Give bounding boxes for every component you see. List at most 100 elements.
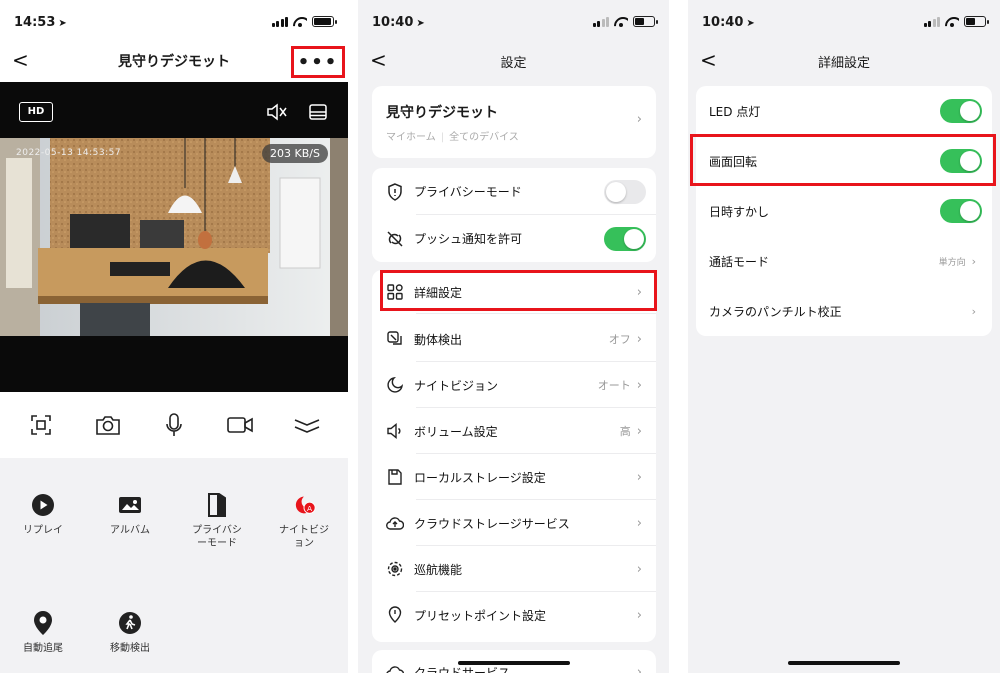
battery-icon bbox=[964, 16, 989, 27]
privacy-mode-row: プライバシーモード bbox=[372, 168, 656, 215]
status-bar: 14:53 ➤ bbox=[0, 0, 348, 44]
home-indicator bbox=[457, 661, 570, 665]
moon-icon bbox=[386, 376, 404, 394]
chevron-right-icon: › bbox=[636, 377, 642, 393]
navigation-bar: < 設定 bbox=[358, 44, 669, 78]
device-card[interactable]: 見守りデジモット マイホーム | 全てのデバイス › bbox=[372, 86, 656, 158]
privacy-mode-toggle[interactable] bbox=[604, 179, 646, 204]
row-label: 巡航機能 bbox=[414, 562, 463, 577]
chevron-right-icon: › bbox=[971, 304, 976, 318]
feature-auto-tracking[interactable]: 自動追尾 bbox=[0, 610, 86, 655]
battery-icon bbox=[633, 16, 658, 27]
night-vision-icon: A bbox=[291, 492, 317, 518]
settings-row-advanced[interactable]: 詳細設定 › bbox=[372, 270, 656, 314]
row-label: カメラのパンチルト校正 bbox=[709, 304, 842, 319]
status-time: 14:53 ➤ bbox=[14, 15, 67, 30]
chevron-right-icon: › bbox=[636, 469, 642, 485]
panel-divider bbox=[348, 0, 358, 673]
chevron-right-icon: › bbox=[636, 284, 642, 300]
layout-icon[interactable] bbox=[308, 102, 330, 122]
live-video-view[interactable]: HD 2022-05-13 14:53:57 203 KB/S bbox=[0, 82, 348, 392]
device-name: 見守りデジモット bbox=[386, 105, 498, 121]
row-label: プッシュ通知を許可 bbox=[414, 232, 523, 246]
feature-label: 自動追尾 bbox=[23, 643, 63, 654]
settings-row-preset[interactable]: プリセットポイント設定 › bbox=[372, 592, 656, 638]
advanced-settings-screen: 10:40 ➤ < 詳細設定 LED 点灯 画面回転 日時すかし 通話モード 単方… bbox=[688, 0, 1000, 673]
date-watermark-toggle[interactable] bbox=[940, 199, 982, 223]
row-label: プリセットポイント設定 bbox=[414, 608, 547, 623]
speaker-muted-icon[interactable] bbox=[266, 102, 288, 122]
settings-row-patrol[interactable]: 巡航機能 › bbox=[372, 546, 656, 592]
settings-row-motion[interactable]: 動体検出 オフ › bbox=[372, 316, 656, 362]
camera-home-screen: 14:53 ➤ < 見守りデジモット ••• HD 2022-05-13 14:… bbox=[0, 0, 348, 673]
push-notification-toggle[interactable] bbox=[604, 226, 646, 251]
camera-icon[interactable] bbox=[93, 410, 123, 440]
feature-label: ナイトビジョン bbox=[279, 525, 329, 549]
chevron-right-icon: › bbox=[636, 515, 642, 531]
status-bar: 10:40 ➤ bbox=[358, 0, 669, 44]
settings-screen: 10:40 ➤ < 設定 見守りデジモット マイホーム | 全てのデバイス › プライ… bbox=[358, 0, 669, 673]
cloud-icon bbox=[386, 514, 404, 532]
feature-grid: リプレイ アルバム プライバシーモード A ナイトビジョン 自動追尾 移動検出 bbox=[0, 458, 348, 673]
play-icon bbox=[30, 492, 56, 518]
settings-list-card: 詳細設定 › 動体検出 オフ › ナイトビジョン オート › ボリューム設定 高… bbox=[372, 270, 656, 642]
talk-mode-row[interactable]: 通話モード 単方向 › bbox=[696, 236, 992, 286]
led-toggle[interactable] bbox=[940, 99, 982, 123]
chevron-right-icon: › bbox=[971, 254, 976, 268]
wifi-icon bbox=[293, 17, 307, 27]
feature-replay[interactable]: リプレイ bbox=[0, 492, 86, 537]
navigation-bar: < 見守りデジモット ••• bbox=[0, 44, 348, 78]
wifi-icon bbox=[614, 17, 628, 27]
location-arrow-icon: ➤ bbox=[416, 18, 425, 29]
signal-icon bbox=[923, 16, 940, 27]
more-options-button[interactable]: ••• bbox=[291, 46, 345, 78]
feature-motion-detect[interactable]: 移動検出 bbox=[87, 610, 173, 655]
signal-icon bbox=[271, 16, 288, 27]
row-value: 単方向 bbox=[938, 257, 966, 268]
settings-row-local-storage[interactable]: ローカルストレージ設定 › bbox=[372, 454, 656, 500]
row-value: オフ bbox=[608, 333, 631, 346]
feature-night-vision[interactable]: A ナイトビジョン bbox=[261, 492, 347, 550]
row-value: オート bbox=[597, 379, 631, 392]
chevron-right-icon: › bbox=[636, 112, 642, 127]
pan-tilt-calibration-row[interactable]: カメラのパンチルト校正 › bbox=[696, 286, 992, 336]
privacy-shield-icon bbox=[386, 182, 404, 201]
settings-row-cloud-storage[interactable]: クラウドストレージサービス › bbox=[372, 500, 656, 546]
status-bar: 10:40 ➤ bbox=[688, 0, 1000, 44]
chevron-right-icon: › bbox=[636, 423, 642, 439]
row-label: ローカルストレージ設定 bbox=[414, 470, 546, 485]
signal-icon bbox=[592, 16, 609, 27]
feature-privacy[interactable]: プライバシーモード bbox=[174, 492, 260, 550]
location-pin-icon bbox=[30, 610, 56, 636]
device-location: マイホーム | 全てのデバイス bbox=[386, 132, 519, 143]
led-row: LED 点灯 bbox=[696, 86, 992, 136]
video-control-bar bbox=[0, 400, 348, 450]
video-record-icon[interactable] bbox=[225, 410, 255, 440]
page-title: 詳細設定 bbox=[817, 56, 870, 71]
chevron-right-icon: › bbox=[636, 561, 642, 577]
collapse-icon[interactable] bbox=[292, 410, 322, 440]
settings-row-volume[interactable]: ボリューム設定 高 › bbox=[372, 408, 656, 454]
feature-album[interactable]: アルバム bbox=[87, 492, 173, 537]
settings-row-night-vision[interactable]: ナイトビジョン オート › bbox=[372, 362, 656, 408]
feature-label: 移動検出 bbox=[110, 643, 150, 654]
navigation-bar: < 詳細設定 bbox=[688, 44, 1000, 78]
hd-quality-button[interactable]: HD bbox=[19, 102, 53, 122]
row-label: 詳細設定 bbox=[414, 285, 463, 300]
fullscreen-icon[interactable] bbox=[26, 410, 56, 440]
screen-rotation-toggle[interactable] bbox=[940, 149, 982, 173]
row-label: ナイトビジョン bbox=[414, 378, 499, 393]
volume-icon bbox=[386, 422, 404, 440]
battery-icon bbox=[312, 16, 337, 27]
status-time: 10:40 ➤ bbox=[702, 15, 755, 30]
advanced-list-card: LED 点灯 画面回転 日時すかし 通話モード 単方向 › カメラのパンチルト校… bbox=[696, 86, 992, 336]
microphone-icon[interactable] bbox=[159, 410, 189, 440]
motion-detect-icon bbox=[386, 330, 404, 348]
patrol-icon bbox=[386, 560, 404, 578]
preset-pin-icon bbox=[386, 606, 404, 624]
row-value: 高 bbox=[619, 425, 631, 438]
page-title: 設定 bbox=[500, 56, 527, 71]
status-icons bbox=[271, 16, 337, 27]
notification-off-icon bbox=[386, 230, 404, 248]
storage-icon bbox=[386, 468, 404, 486]
